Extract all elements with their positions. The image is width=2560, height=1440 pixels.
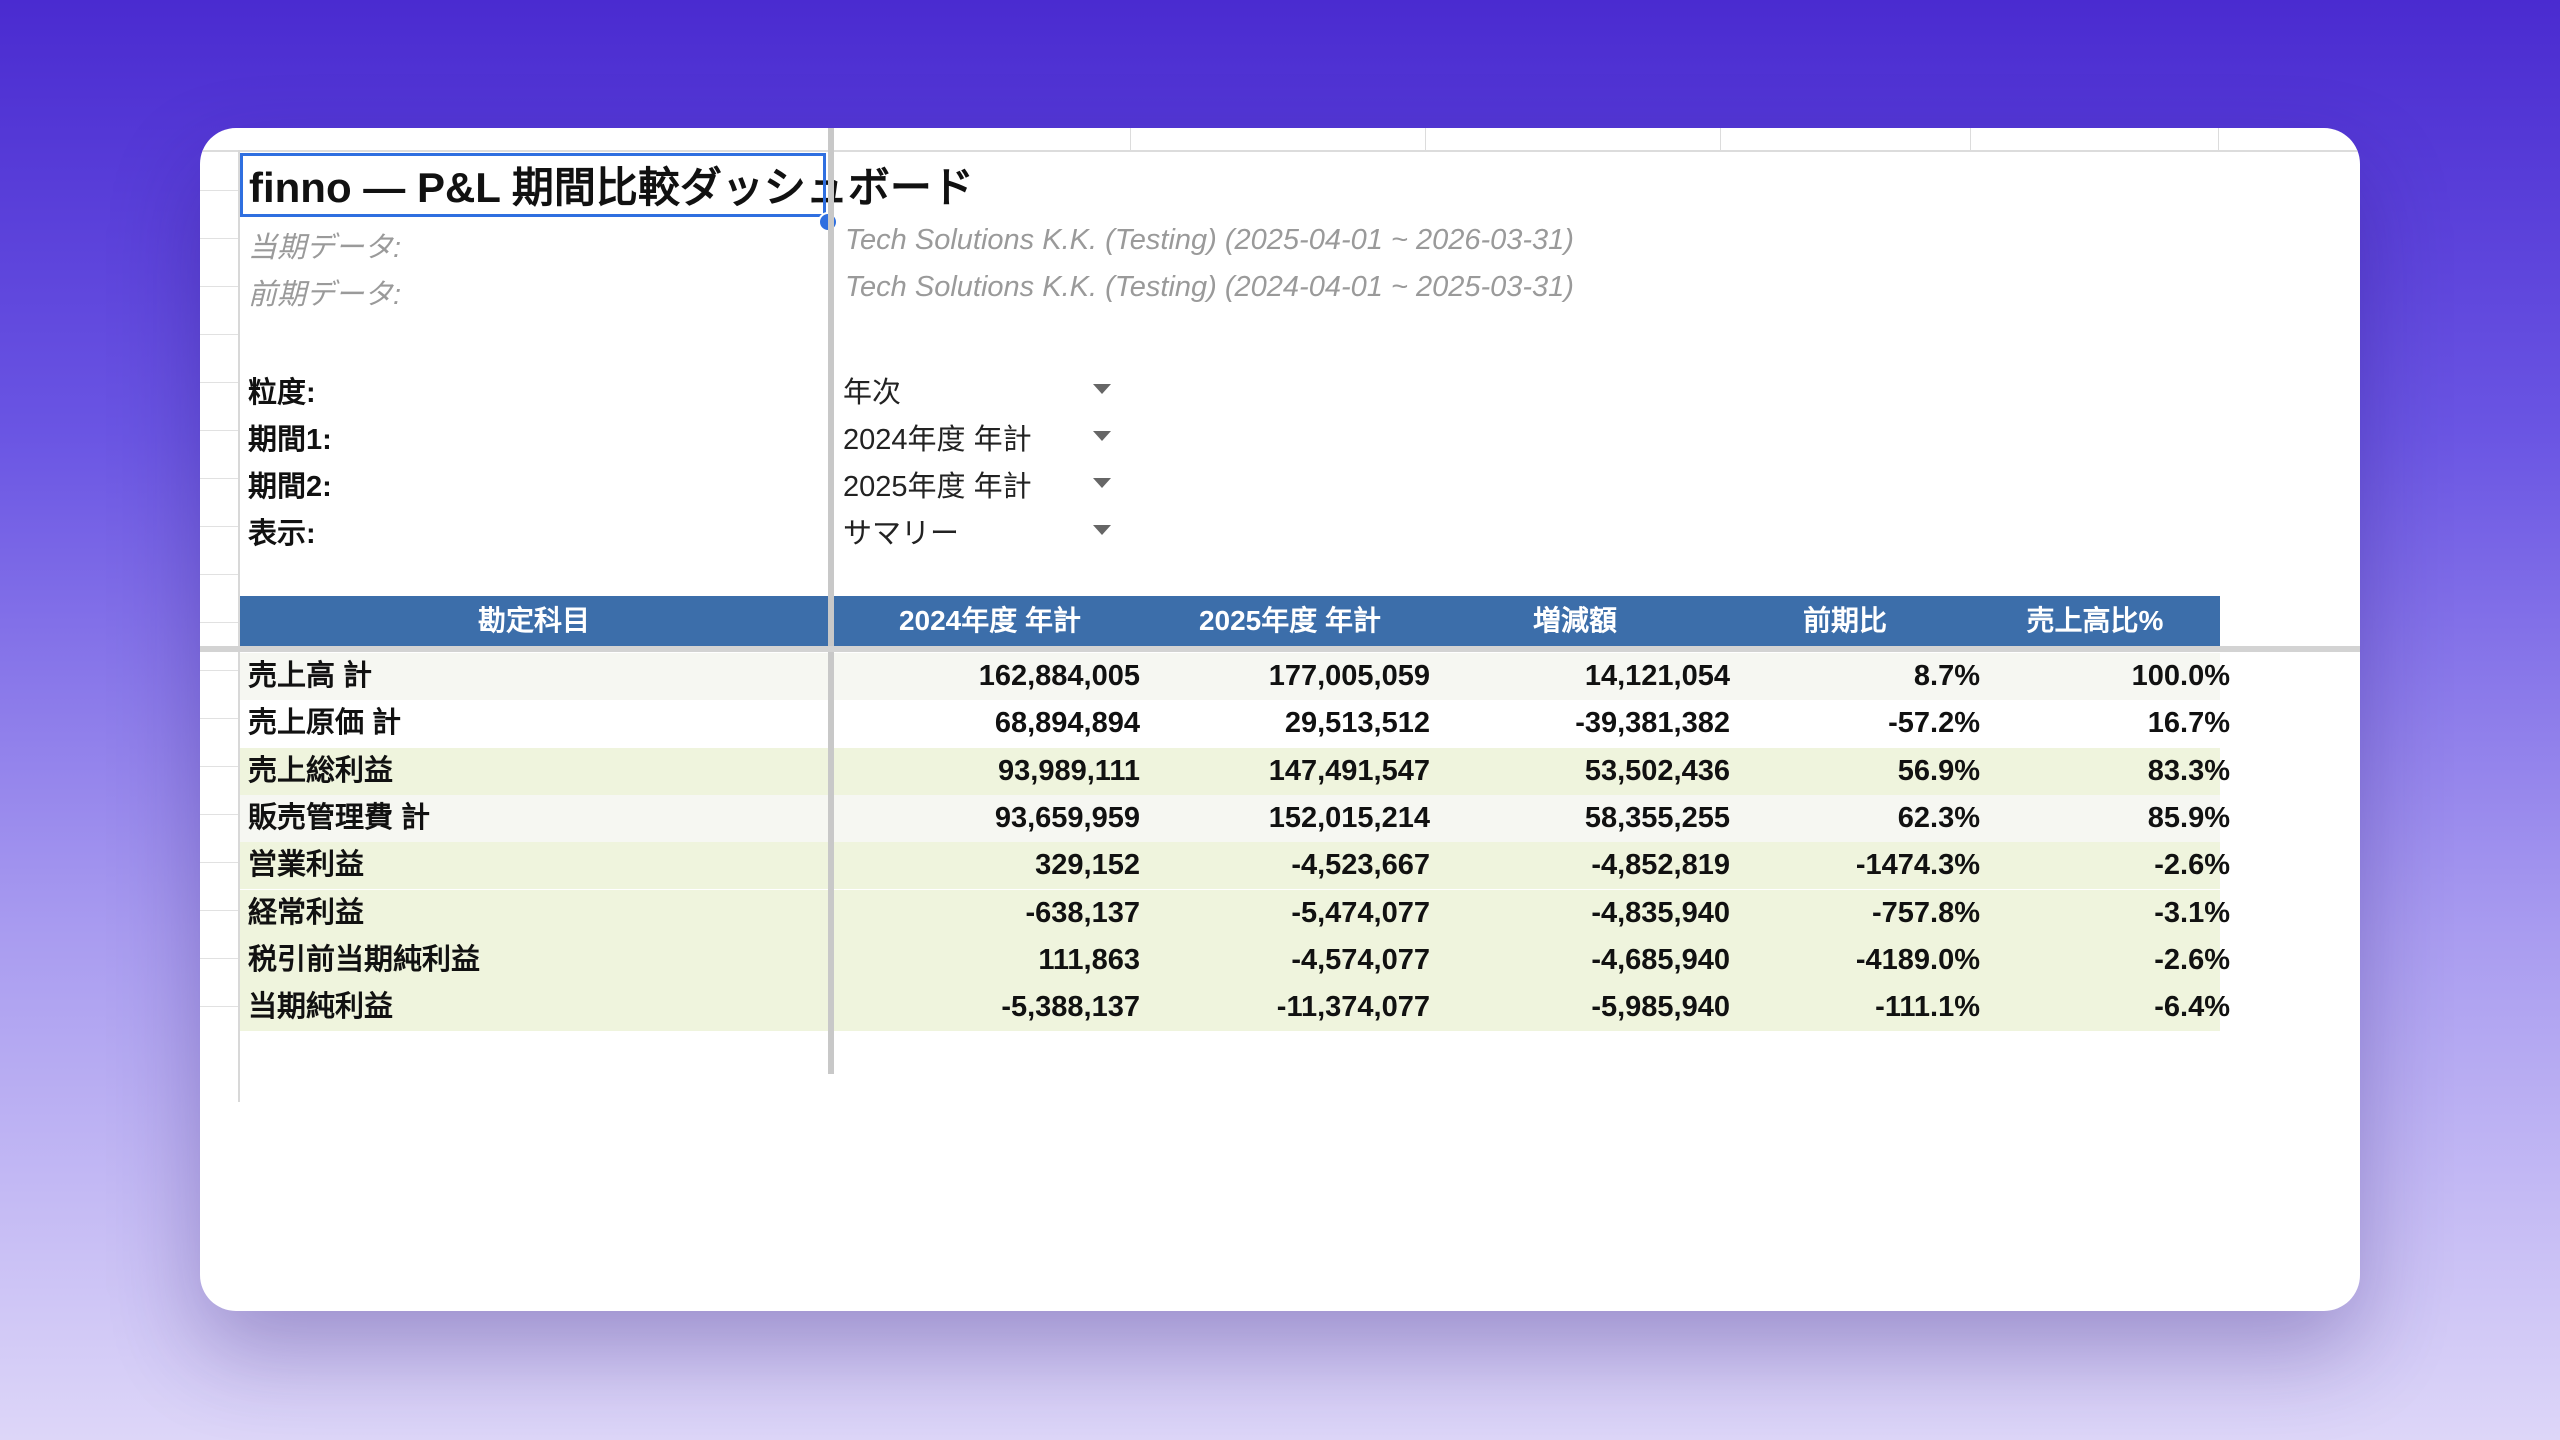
cell-sales-ratio[interactable]: 83.3% (1980, 748, 2230, 795)
dropdown-arrow-icon (1093, 431, 1111, 441)
table-row: 営業利益 329,152 -4,523,667 -4,852,819 -1474.3% -… (240, 842, 2230, 890)
cell-account[interactable]: 税引前当期純利益 (248, 937, 808, 984)
cell-period1[interactable]: -5,388,137 (860, 984, 1140, 1031)
cell-period1[interactable]: 162,884,005 (860, 653, 1140, 700)
cell-change[interactable]: -4,835,940 (1440, 890, 1730, 937)
period2-dropdown[interactable]: 2025年度 年計 (843, 463, 1123, 503)
table-row: 経常利益 -638,137 -5,474,077 -4,835,940 -757.8% -… (240, 889, 2230, 937)
granularity-label: 粒度: (248, 377, 316, 409)
period1-dropdown[interactable]: 2024年度 年計 (843, 416, 1123, 456)
dropdown-arrow-icon (1093, 478, 1111, 488)
prior-data-value: Tech Solutions K.K. (Testing) (2024-04-0… (845, 271, 1574, 303)
cell-account[interactable]: 売上総利益 (248, 748, 808, 795)
header-account: 勘定科目 (477, 605, 590, 636)
frozen-row-divider[interactable] (200, 646, 2360, 652)
cell-period1[interactable]: 111,863 (860, 937, 1140, 984)
cell-change[interactable]: 14,121,054 (1440, 653, 1730, 700)
cell-account[interactable]: 販売管理費 計 (248, 795, 808, 842)
cell-yoy[interactable]: 62.3% (1730, 795, 1980, 842)
frozen-column-divider[interactable] (828, 128, 834, 1074)
dropdown-arrow-icon (1093, 384, 1111, 394)
dropdown-arrow-icon (1093, 525, 1111, 535)
header-period1: 2024年度 年計 (898, 605, 1082, 636)
current-data-value: Tech Solutions K.K. (Testing) (2025-04-0… (845, 224, 1574, 256)
cell-period1[interactable]: -638,137 (860, 890, 1141, 937)
cell-period1[interactable]: 93,659,959 (860, 795, 1140, 842)
column-header-strip (200, 128, 2360, 152)
table-row: 売上高 計 162,884,005 177,005,059 14,121,054 8.7… (240, 653, 2230, 700)
header-change: 増減額 (1532, 605, 1617, 636)
cell-period1[interactable]: 68,894,894 (860, 700, 1140, 747)
period1-value: 2024年度 年計 (843, 424, 1032, 456)
display-label: 表示: (248, 518, 316, 550)
table-row: 税引前当期純利益 111,863 -4,574,077 -4,685,940 -4189… (240, 936, 2230, 984)
cell-sales-ratio[interactable]: 16.7% (1980, 700, 2230, 747)
cell-change[interactable]: 53,502,436 (1440, 748, 1730, 795)
cell-sales-ratio[interactable]: 100.0% (1980, 653, 2230, 700)
header-yoy: 前期比 (1802, 605, 1887, 636)
selected-cell[interactable] (240, 153, 826, 217)
cell-yoy[interactable]: -757.8% (1730, 890, 1980, 937)
spreadsheet-window: finno — P&L 期間比較ダッシュボード 当期データ: Tech Solu… (200, 128, 2360, 1311)
cell-yoy[interactable]: -4189.0% (1730, 937, 1980, 984)
granularity-dropdown[interactable]: 年次 (843, 369, 1123, 409)
cell-period1[interactable]: 93,989,111 (860, 748, 1140, 795)
cell-account[interactable]: 当期純利益 (248, 984, 808, 1031)
cell-sales-ratio[interactable]: -2.6% (1980, 937, 2230, 984)
table-row: 当期純利益 -5,388,137 -11,374,077 -5,985,940 -111… (240, 984, 2230, 1032)
display-value: サマリー (843, 518, 960, 550)
header-sales-ratio: 売上高比% (2026, 605, 2164, 636)
cell-yoy[interactable]: -1474.3% (1730, 842, 1980, 889)
cell-period2[interactable]: 177,005,059 (1150, 653, 1430, 700)
cell-change[interactable]: 58,355,255 (1440, 795, 1730, 842)
period1-label: 期間1: (248, 424, 332, 456)
cell-sales-ratio[interactable]: -3.1% (1980, 890, 2230, 937)
cell-period2[interactable]: 147,491,547 (1150, 748, 1430, 795)
prior-data-label: 前期データ: (248, 279, 402, 311)
cell-change[interactable]: -4,852,819 (1440, 842, 1730, 889)
row-header-strip (200, 150, 240, 1102)
cell-change[interactable]: -39,381,382 (1440, 700, 1730, 747)
table-row: 売上総利益 93,989,111 147,491,547 53,502,436 56.9… (240, 747, 2230, 795)
table-row: 販売管理費 計 93,659,959 152,015,214 58,355,255 62… (240, 794, 2230, 842)
cell-period1[interactable]: 329,152 (860, 842, 1140, 889)
cell-period2[interactable]: -11,374,077 (1150, 984, 1430, 1031)
cell-change[interactable]: -5,985,940 (1440, 984, 1730, 1031)
cell-yoy[interactable]: -111.1% (1730, 984, 1980, 1031)
cell-account[interactable]: 経常利益 (248, 890, 808, 937)
cell-sales-ratio[interactable]: -2.6% (1980, 842, 2230, 889)
cell-account[interactable]: 売上高 計 (248, 653, 808, 700)
cell-sales-ratio[interactable]: -6.4% (1980, 984, 2230, 1031)
cell-yoy[interactable]: 56.9% (1730, 748, 1980, 795)
period2-value: 2025年度 年計 (843, 471, 1032, 503)
cell-period2[interactable]: -4,574,077 (1150, 937, 1430, 984)
display-dropdown[interactable]: サマリー (843, 510, 1123, 550)
cell-sales-ratio[interactable]: 85.9% (1980, 795, 2230, 842)
cell-yoy[interactable]: 8.7% (1730, 653, 1980, 700)
header-period2: 2025年度 年計 (1198, 605, 1382, 636)
cell-change[interactable]: -4,685,940 (1440, 937, 1730, 984)
cell-period2[interactable]: 152,015,214 (1150, 795, 1430, 842)
table-row: 売上原価 計 68,894,894 29,513,512 -39,381,382 -57… (240, 700, 2230, 748)
cell-period2[interactable]: -5,474,077 (1150, 890, 1430, 937)
current-data-label: 当期データ: (248, 232, 402, 264)
period2-label: 期間2: (248, 471, 332, 503)
cell-account[interactable]: 営業利益 (248, 842, 808, 889)
cell-yoy[interactable]: -57.2% (1730, 700, 1980, 747)
cell-account[interactable]: 売上原価 計 (248, 700, 808, 747)
granularity-value: 年次 (843, 377, 902, 409)
cell-period2[interactable]: 29,513,512 (1150, 700, 1430, 747)
cell-period2[interactable]: -4,523,667 (1150, 842, 1430, 889)
